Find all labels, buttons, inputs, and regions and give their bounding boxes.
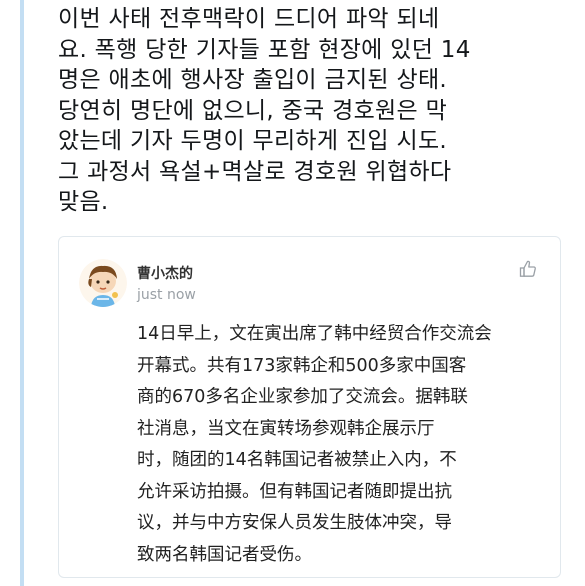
quoted-text-line: 允许采访拍摄。但有韩国记者随即提出抗 bbox=[137, 481, 452, 502]
author-name[interactable]: 曹小杰的 bbox=[137, 263, 193, 283]
tweet-text-line: 그 과정서 욕설+멱살로 경호원 위협하다 bbox=[58, 158, 452, 185]
quoted-post-card[interactable]: 曹小杰的 just now 14日早上，文在寅出席了韩中经贸合作交流会 开幕式。… bbox=[58, 236, 561, 578]
tweet-text-line: 이번 사태 전후맥락이 드디어 파악 되네 bbox=[58, 6, 440, 32]
tweet-text-line: 요. 폭행 당한 기자들 포함 현장에 있던 14 bbox=[58, 36, 471, 63]
quoted-text-line: 开幕式。共有173家韩企和500多家中国客 bbox=[137, 355, 467, 376]
tweet-text-line: 명은 애초에 행사장 출입이 금지된 상태. bbox=[58, 67, 448, 93]
avatar[interactable] bbox=[79, 259, 127, 307]
thumbs-up-icon[interactable] bbox=[518, 259, 538, 279]
tweet-text-line: 당연히 명단에 없으니, 중국 경호원은 막 bbox=[58, 97, 448, 124]
tweet-text-line: 았는데 기자 두명이 무리하게 진입 시도. bbox=[58, 128, 448, 154]
post-timestamp: just now bbox=[137, 287, 196, 303]
quoted-post-body: 14日早上，文在寅出席了韩中经贸合作交流会 开幕式。共有173家韩企和500多家… bbox=[137, 319, 537, 571]
tweet-text: 이번 사태 전후맥락이 드디어 파악 되네 요. 폭행 당한 기자들 포함 현장… bbox=[58, 4, 578, 218]
quoted-text-line: 议，并与中方安保人员发生肢体冲突，导 bbox=[137, 513, 452, 533]
tweet-text-line: 맞음. bbox=[58, 189, 109, 215]
quoted-text-line: 致两名韩国记者受伤。 bbox=[137, 544, 312, 565]
quoted-text-line: 社消息，当文在寅转场参观韩企展示厅 bbox=[137, 418, 435, 439]
quoted-text-line: 14日早上，文在寅出席了韩中经贸合作交流会 bbox=[137, 324, 492, 344]
quoted-text-line: 时，随团的14名韩国记者被禁止入内，不 bbox=[137, 450, 457, 470]
quoted-text-line: 商的670多名企业家参加了交流会。据韩联 bbox=[137, 387, 468, 407]
thread-connector-line bbox=[20, 0, 24, 586]
